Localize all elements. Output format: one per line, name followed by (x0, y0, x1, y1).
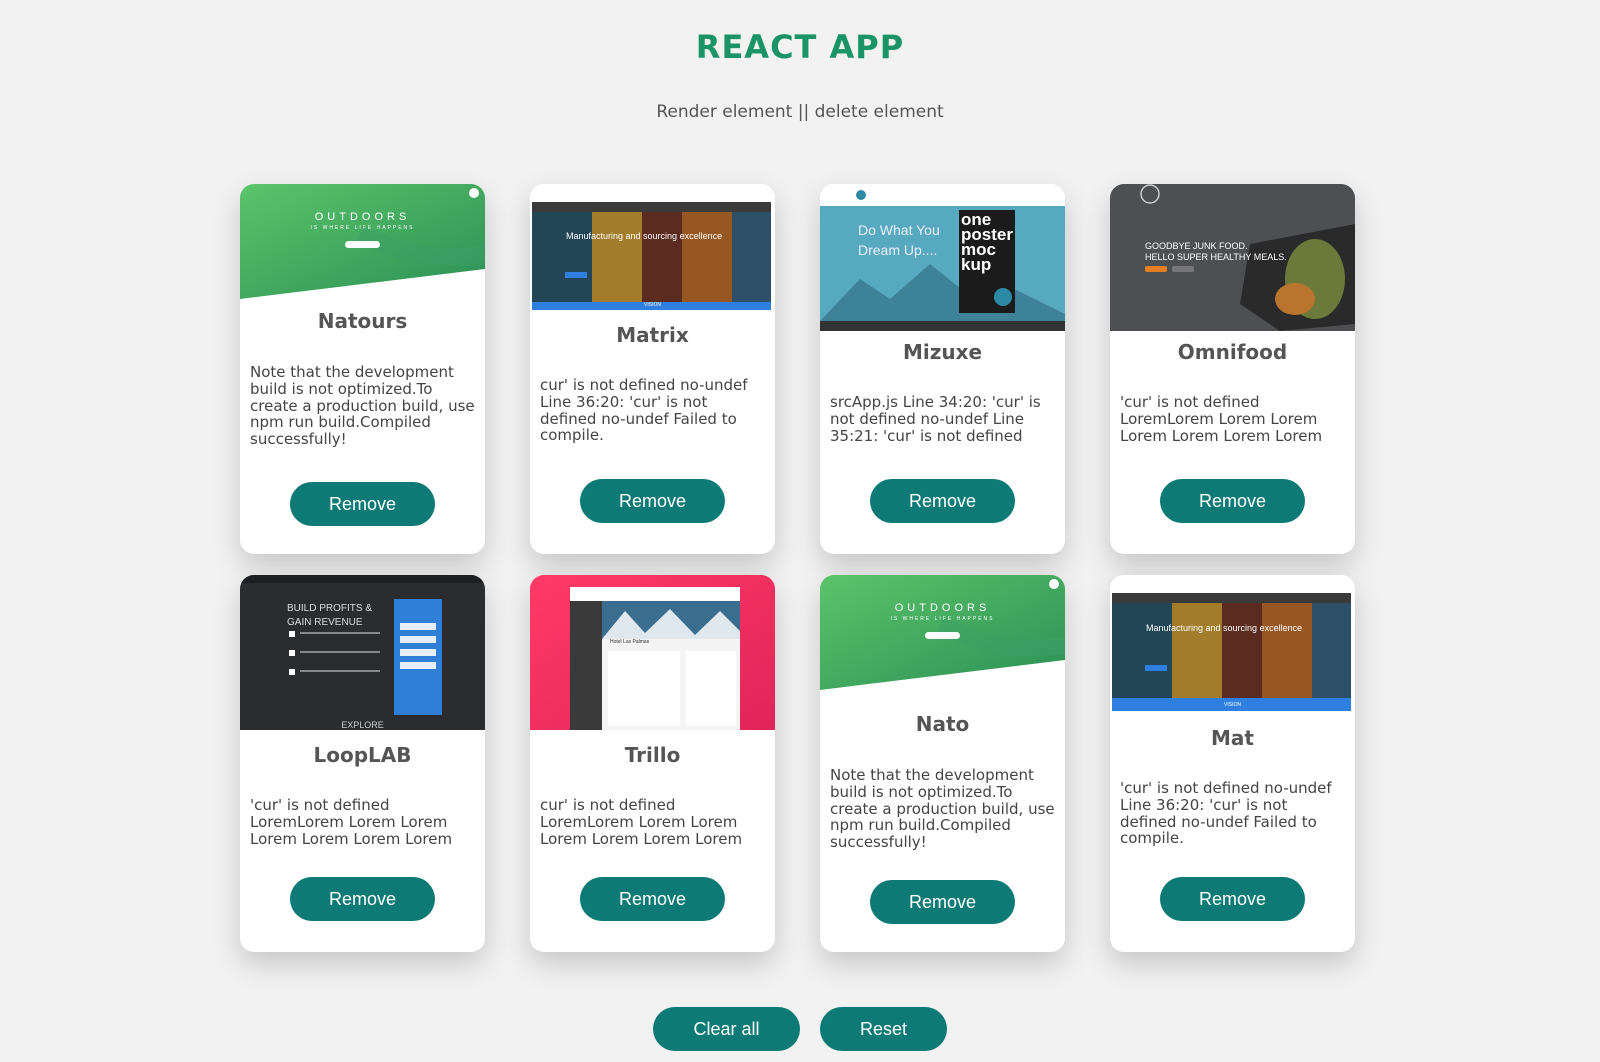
thumb-footer: EXPLORE (341, 720, 384, 730)
thumb-heading: BUILD PROFITS & GAIN REVENUE (287, 603, 373, 628)
remove-button[interactable]: Remove (580, 479, 725, 523)
remove-button[interactable]: Remove (870, 880, 1015, 924)
card-title: LoopLAB (313, 743, 412, 767)
card-title: Natours (317, 309, 408, 333)
thumb-subheading: IS WHERE LIFE HAPPENS (890, 616, 995, 622)
project-card: Do What You Dream Up.... one poster moc … (820, 184, 1065, 554)
thumb-heading: GOODBYE JUNK FOOD. (1145, 241, 1248, 251)
thumb-heading: Do What You Dream Up.... (858, 222, 940, 258)
remove-button[interactable]: Remove (870, 479, 1015, 523)
project-thumbnail: Manufacturing and sourcing excellence VI… (530, 184, 775, 312)
clear-all-button[interactable]: Clear all (653, 1007, 800, 1051)
thumb-footer: VISION (644, 302, 661, 308)
thumb-heading: Manufacturing and sourcing excellence (566, 231, 723, 241)
project-thumbnail: OUTDOORS IS WHERE LIFE HAPPENS (820, 575, 1065, 690)
thumb-heading: OUTDOORS (894, 602, 991, 614)
card-description: 'cur' is not defined LoremLorem Lorem Lo… (1120, 393, 1323, 445)
project-card: Manufacturing and sourcing excellence VI… (530, 184, 775, 554)
card-title: Mizuxe (902, 340, 983, 364)
project-card: GOODBYE JUNK FOOD. HELLO SUPER HEALTHY M… (1110, 184, 1355, 554)
card-description: srcApp.js Line 34:20: 'cur' is not defin… (830, 393, 1041, 445)
card-title: Omnifood (1177, 340, 1288, 364)
project-card: BUILD PROFITS & GAIN REVENUE EXPLORE Loo… (240, 575, 485, 952)
card-description: Note that the development build is not o… (830, 766, 1055, 852)
thumb-subheading: IS WHERE LIFE HAPPENS (310, 225, 415, 231)
remove-button[interactable]: Remove (1160, 877, 1305, 921)
remove-button[interactable]: Remove (290, 482, 435, 526)
thumb-poster-text: one poster moc kup (961, 210, 1013, 274)
remove-button[interactable]: Remove (1160, 479, 1305, 523)
project-thumbnail: Manufacturing and sourcing excellence VI… (1110, 575, 1355, 713)
project-thumbnail: Hotel Las Palmas (530, 575, 775, 730)
card-description: cur' is not defined no-undef Line 36:20:… (540, 376, 748, 445)
project-thumbnail: GOODBYE JUNK FOOD. HELLO SUPER HEALTHY M… (1110, 184, 1355, 331)
thumb-heading: Hotel Las Palmas (610, 639, 650, 645)
card-title: Matrix (616, 323, 689, 347)
card-description: Note that the development build is not o… (250, 363, 475, 449)
thumb-heading: OUTDOORS (314, 211, 411, 223)
project-thumbnail: OUTDOORS IS WHERE LIFE HAPPENS (240, 184, 485, 299)
page-title: REACT APP (695, 28, 905, 66)
card-title: Mat (1211, 726, 1254, 750)
project-card: OUTDOORS IS WHERE LIFE HAPPENS Nato Note… (820, 575, 1065, 952)
thumb-subheading: HELLO SUPER HEALTHY MEALS. (1145, 252, 1287, 262)
remove-button[interactable]: Remove (290, 877, 435, 921)
page-subtitle: Render element || delete element (656, 102, 944, 122)
project-thumbnail: BUILD PROFITS & GAIN REVENUE EXPLORE (240, 575, 485, 730)
reset-button[interactable]: Reset (820, 1007, 947, 1051)
project-card: Hotel Las Palmas Trillo cur' is not defi… (530, 575, 775, 952)
project-card: Manufacturing and sourcing excellence VI… (1110, 575, 1355, 952)
thumb-heading: Manufacturing and sourcing excellence (1146, 623, 1303, 633)
card-description: 'cur' is not defined LoremLorem Lorem Lo… (250, 796, 453, 848)
card-title: Nato (915, 712, 970, 736)
remove-button[interactable]: Remove (580, 877, 725, 921)
thumb-footer: VISION (1224, 702, 1241, 708)
card-description: cur' is not defined LoremLorem Lorem Lor… (540, 796, 743, 848)
project-thumbnail: Do What You Dream Up.... one poster moc … (820, 184, 1065, 331)
card-title: Trillo (624, 743, 681, 767)
project-card: OUTDOORS IS WHERE LIFE HAPPENS Natours N… (240, 184, 485, 554)
card-description: 'cur' is not defined no-undef Line 36:20… (1120, 779, 1332, 848)
